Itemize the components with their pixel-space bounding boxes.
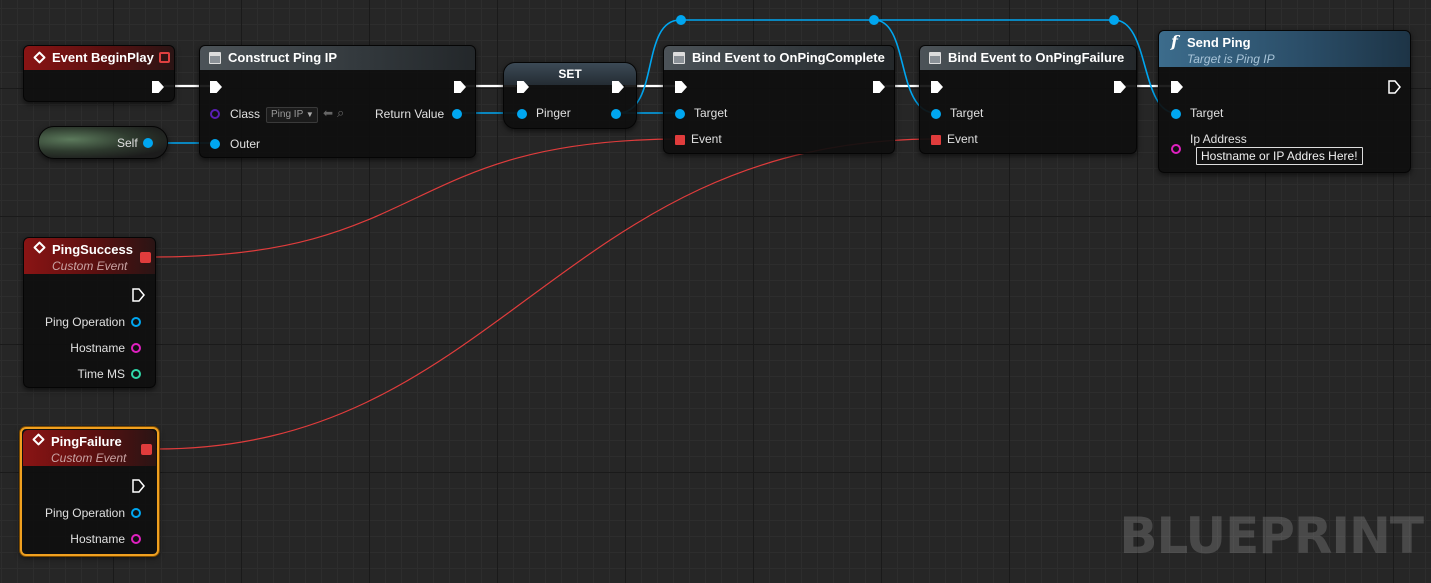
function-icon: f [1171,32,1178,51]
exec-input-pin[interactable] [675,81,687,93]
node-header[interactable]: Bind Event to OnPingFailure [920,46,1136,70]
exec-output-pin[interactable] [873,81,885,93]
use-selected-arrow-icon[interactable]: ⬅ [323,106,333,120]
ip-address-input[interactable]: Hostname or IP Addres Here! [1196,147,1363,165]
event-diamond-icon [33,51,46,64]
delegate-output-pin[interactable] [140,252,151,263]
node-header[interactable]: PingSuccess Custom Event [24,238,155,274]
browse-search-icon[interactable]: ⌕ [337,105,344,121]
ping-operation-label: Ping Operation [44,506,125,520]
event-delegate-input-pin[interactable] [931,135,941,145]
delegate-wire-failure [155,138,937,450]
delegate-output-pin[interactable] [159,52,170,63]
ip-address-value: Hostname or IP Addres Here! [1201,149,1358,163]
ping-operation-label: Ping Operation [44,315,125,329]
bind-event-icon [929,52,941,64]
exec-input-pin[interactable] [1171,81,1183,93]
node-header[interactable]: f Send Ping Target is Ping IP [1159,31,1410,67]
hostname-label: Hostname [70,532,125,546]
target-label: Target [1190,106,1224,120]
exec-output-pin[interactable] [132,288,145,302]
hostname-output-pin[interactable] [131,343,141,353]
ip-address-input-pin[interactable] [1171,144,1181,154]
event-diamond-icon [33,241,46,254]
event-label: Event [691,132,722,146]
blueprint-watermark: BLUEPRINT [1119,507,1424,565]
ip-address-label: Ip Address [1190,132,1247,146]
target-input-pin[interactable] [1171,109,1181,119]
construct-ping-ip-node[interactable]: Construct Ping IP Class Ping IP ▼ ⬅ ⌕ Re… [199,45,476,158]
exec-output-pin[interactable] [132,479,145,493]
pinger-label: Pinger [536,106,571,120]
target-label: Target [694,106,728,120]
bind-onpingcomplete-node[interactable]: Bind Event to OnPingComplete Target Even… [663,45,895,154]
node-header[interactable]: PingFailure Custom Event [23,430,156,466]
exec-input-pin[interactable] [210,81,222,93]
reroute-knot [1109,15,1119,25]
outer-label: Outer [230,137,261,151]
time-ms-label: Time MS [77,367,125,381]
time-ms-output-pin[interactable] [131,369,141,379]
event-delegate-input-pin[interactable] [675,135,685,145]
exec-output-pin[interactable] [1388,80,1401,94]
target-input-pin[interactable] [675,109,685,119]
self-reference-node[interactable]: Self [38,126,168,159]
reroute-knot [869,15,879,25]
node-title: PingFailure [51,434,122,449]
delegate-output-pin[interactable] [141,444,152,455]
object-output-pin[interactable] [143,138,153,148]
hostname-label: Hostname [70,341,125,355]
target-label: Target [950,106,984,120]
pingfailure-event-node[interactable]: PingFailure Custom Event Ping Operation … [20,427,159,556]
class-dropdown[interactable]: Ping IP ▼ [266,107,318,123]
pinger-input-pin[interactable] [517,109,527,119]
chevron-down-icon: ▼ [305,110,314,119]
pinger-output-pin[interactable] [611,109,621,119]
return-value-label: Return Value [375,107,445,121]
target-input-pin[interactable] [931,109,941,119]
bind-onpingfailure-node[interactable]: Bind Event to OnPingFailure Target Event [919,45,1137,154]
node-title: Bind Event to OnPingComplete [692,50,885,65]
self-label: Self [117,136,138,150]
hostname-output-pin[interactable] [131,534,141,544]
construct-object-icon [209,52,221,64]
node-title: Bind Event to OnPingFailure [948,50,1125,65]
node-header[interactable]: Bind Event to OnPingComplete [664,46,894,70]
exec-input-pin[interactable] [931,81,943,93]
node-subtitle: Target is Ping IP [1187,52,1275,66]
class-label: Class [230,107,261,121]
class-input-pin[interactable] [210,109,220,119]
exec-output-pin[interactable] [454,81,466,93]
ping-operation-output-pin[interactable] [131,317,141,327]
set-pinger-node[interactable]: SET Pinger [503,62,637,129]
node-title: SET [558,67,582,81]
ping-operation-output-pin[interactable] [131,508,141,518]
event-beginplay-node[interactable]: Event BeginPlay [23,45,175,102]
event-label: Event [947,132,978,146]
exec-output-pin[interactable] [1114,81,1126,93]
outer-input-pin[interactable] [210,139,220,149]
exec-output-pin[interactable] [152,81,164,93]
node-title: Construct Ping IP [228,50,338,65]
node-title: PingSuccess [52,242,133,257]
node-title: Event BeginPlay [52,50,154,65]
return-value-output-pin[interactable] [452,109,462,119]
event-diamond-icon [32,433,45,446]
send-ping-node[interactable]: f Send Ping Target is Ping IP Target Ip … [1158,30,1411,173]
node-header[interactable]: Event BeginPlay [24,46,174,70]
node-header[interactable]: Construct Ping IP [200,46,475,70]
bind-event-icon [673,52,685,64]
reroute-knot [676,15,686,25]
class-dropdown-value: Ping IP [271,109,304,120]
pingsuccess-event-node[interactable]: PingSuccess Custom Event Ping Operation … [23,237,156,388]
node-title: Send Ping [1187,35,1251,50]
